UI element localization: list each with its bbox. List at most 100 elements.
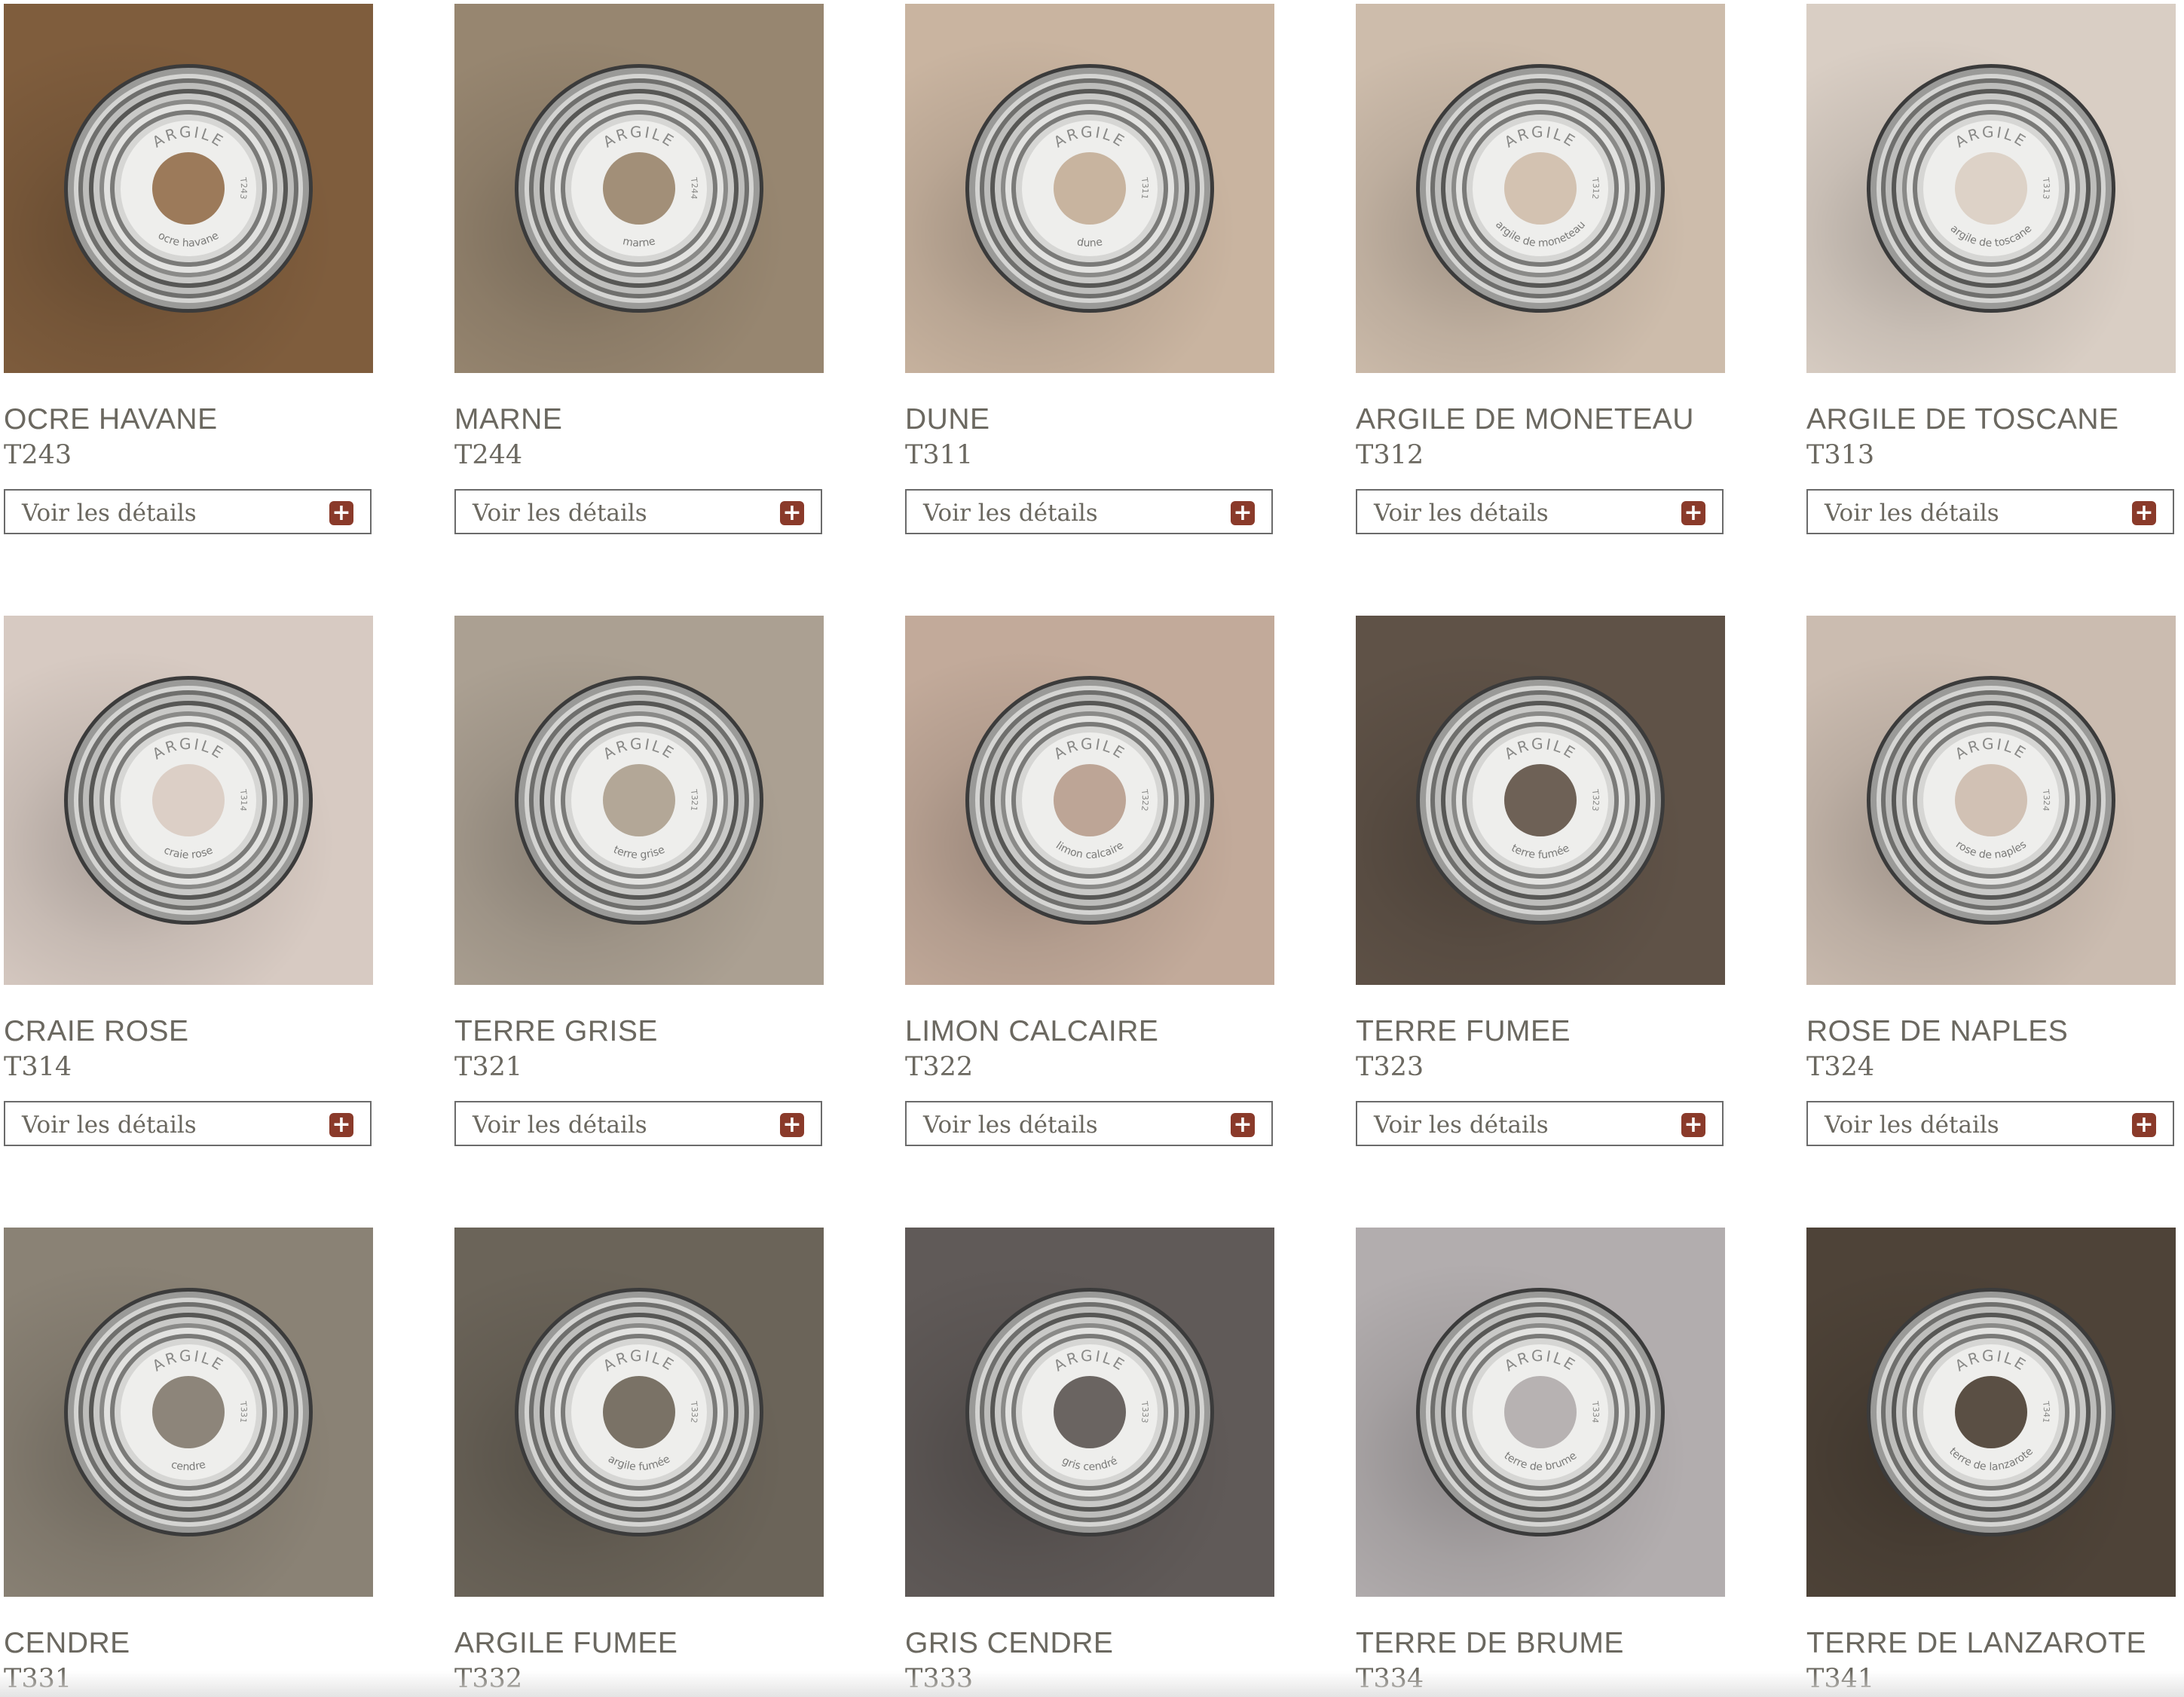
details-button[interactable]: Voir les détails + [454,1101,822,1146]
product-card[interactable]: ARGILEargile fuméeT332 ARGILE FUMEE T332 [454,1228,824,1696]
product-card[interactable]: ARGILEterre de brumeT334 TERRE DE BRUME T3… [1356,1228,1725,1696]
paint-can-icon: ARGILEterre griseT321 [515,676,763,925]
paint-can-icon: ARGILEterre de brumeT334 [1416,1288,1665,1536]
product-code: T323 [1356,1052,1424,1082]
color-swatch-image[interactable]: ARGILE cendre T331 [4,1228,373,1597]
product-card[interactable]: ARGILE ocre havane T243 OCRE HAVANE T243 Voir… [4,4,373,534]
can-code-label: T243 [238,176,249,200]
color-swatch-image[interactable]: ARGILE gris cendré T333 [905,1228,1274,1597]
can-code-label: T331 [238,1400,249,1423]
product-card[interactable]: ARGILE terre fumée T323 TERRE FUMEE T323 Voir… [1356,616,1725,1146]
can-code-label: T332 [689,1400,699,1423]
paint-can-icon: ARGILEcraie roseT314 [64,676,313,925]
svg-text:T332: T332 [689,1400,699,1423]
color-swatch-image[interactable]: ARGILE terre grise T321 [454,616,824,985]
product-card[interactable]: ARGILEcendreT331 CENDRE T331 [4,1228,373,1696]
details-button[interactable]: Voir les détails + [4,489,372,534]
details-button[interactable]: Voir les détails + [905,1101,1273,1146]
product-name: TERRE GRISE [454,1015,658,1047]
details-button-label: Voir les détails [1825,500,1999,527]
plus-icon: + [780,501,804,525]
paint-can-icon: ARGILEocre havaneT243 [64,64,313,313]
svg-text:dune: dune [1076,236,1103,249]
plus-icon: + [780,1113,804,1137]
details-button[interactable]: Voir les détails + [905,489,1273,534]
details-button[interactable]: Voir les détails + [1356,489,1724,534]
product-name: TERRE DE LANZAROTE [1806,1627,2147,1659]
can-code-label: T322 [1139,788,1150,812]
details-button-label: Voir les détails [22,500,197,527]
svg-text:T323: T323 [1590,788,1601,812]
product-code: T322 [905,1052,974,1082]
svg-text:T334: T334 [1590,1400,1601,1423]
product-card[interactable]: ARGILEgris cendréT333 GRIS CENDRE T333 [905,1228,1274,1696]
product-grid: ARGILE ocre havane T243 OCRE HAVANE T243 Voir… [0,0,2184,1697]
product-card[interactable]: ARGILE dune T311 DUNE T311 Voir les détails + [905,4,1274,534]
can-code-label: T323 [1590,788,1601,812]
color-swatch-image[interactable]: ARGILE ocre havane T243 [4,4,373,373]
details-button[interactable]: Voir les détails + [1806,489,2174,534]
details-button[interactable]: Voir les détails + [1356,1101,1724,1146]
product-card[interactable]: ARGILE terre de lanzarote T341 TERRE DE LAN… [1806,1228,2176,1696]
can-code-label: T321 [689,788,699,812]
svg-text:T324: T324 [2041,788,2051,812]
product-name: DUNE [905,403,990,436]
color-swatch-image[interactable]: ARGILE limon calcaire T322 [905,616,1274,985]
color-swatch-image[interactable]: ARGILE terre de lanzarote T341 [1806,1228,2176,1597]
paint-can-icon: ARGILEgris cendréT333 [965,1288,1214,1536]
details-button-label: Voir les détails [22,1111,197,1139]
paint-can-icon: ARGILElimon calcaireT322 [965,676,1214,925]
svg-text:T312: T312 [1590,176,1601,200]
can-code-label: T314 [238,788,249,812]
product-card[interactable]: ARGILE terre grise T321 TERRE GRISE T321 Voir… [454,616,824,1146]
details-button-label: Voir les détails [923,500,1098,527]
product-card[interactable]: ARGILE marne T244 MARNE T244 Voir les détails… [454,4,824,534]
product-card[interactable]: ARGILE argile de toscane T313 ARGILE DE TOS… [1806,4,2176,534]
color-swatch-image[interactable]: ARGILE argile de moneteau T312 [1356,4,1725,373]
color-swatch-image[interactable]: ARGILE argile fumée T332 [454,1228,824,1597]
color-swatch-image[interactable]: ARGILE terre de brume T334 [1356,1228,1725,1597]
product-code: T324 [1806,1052,1875,1082]
details-button[interactable]: Voir les détails + [454,489,822,534]
paint-can-icon: ARGILEmarneT244 [515,64,763,313]
paint-can-icon: ARGILEargile fuméeT332 [515,1288,763,1536]
color-swatch-image[interactable]: ARGILE marne T244 [454,4,824,373]
product-name: GRIS CENDRE [905,1627,1114,1659]
paint-can-icon: ARGILEcendreT331 [64,1288,313,1536]
details-button-label: Voir les détails [473,1111,647,1139]
color-swatch-image[interactable]: ARGILE dune T311 [905,4,1274,373]
product-card[interactable]: ARGILE limon calcaire T322 LIMON CALCAIRE T3… [905,616,1274,1146]
details-button-label: Voir les détails [1374,500,1549,527]
plus-icon: + [1681,501,1705,525]
can-code-label: T312 [1590,176,1601,200]
details-button[interactable]: Voir les détails + [4,1101,372,1146]
paint-can-icon: ARGILEterre de lanzaroteT341 [1867,1288,2115,1536]
details-button-label: Voir les détails [1825,1111,1999,1139]
product-code: T244 [454,440,523,470]
product-card[interactable]: ARGILE argile de moneteau T312 ARGILE DE MO… [1356,4,1725,534]
svg-text:T333: T333 [1139,1400,1150,1423]
color-swatch-image[interactable]: ARGILE rose de naples T324 [1806,616,2176,985]
product-name: OCRE HAVANE [4,403,218,436]
color-swatch-image[interactable]: ARGILE craie rose T314 [4,616,373,985]
can-code-label: T334 [1590,1400,1601,1423]
bottom-fade [0,1671,2184,1697]
product-name: MARNE [454,403,563,436]
product-card[interactable]: ARGILE craie rose T314 CRAIE ROSE T314 Voir l… [4,616,373,1146]
product-card[interactable]: ARGILE rose de naples T324 ROSE DE NAPLES T3… [1806,616,2176,1146]
plus-icon: + [1681,1113,1705,1137]
plus-icon: + [329,501,353,525]
svg-text:T321: T321 [689,788,699,812]
svg-text:T341: T341 [2041,1400,2051,1423]
can-code-label: T311 [1139,176,1150,200]
details-button-label: Voir les détails [473,500,647,527]
color-swatch-image[interactable]: ARGILE argile de toscane T313 [1806,4,2176,373]
details-button[interactable]: Voir les détails + [1806,1101,2174,1146]
details-button-label: Voir les détails [923,1111,1098,1139]
can-code-label: T324 [2041,788,2051,812]
svg-text:T313: T313 [2041,176,2051,200]
product-name: ARGILE DE MONETEAU [1356,403,1694,436]
product-code: T243 [4,440,72,470]
color-swatch-image[interactable]: ARGILE terre fumée T323 [1356,616,1725,985]
product-name: ARGILE DE TOSCANE [1806,403,2119,436]
